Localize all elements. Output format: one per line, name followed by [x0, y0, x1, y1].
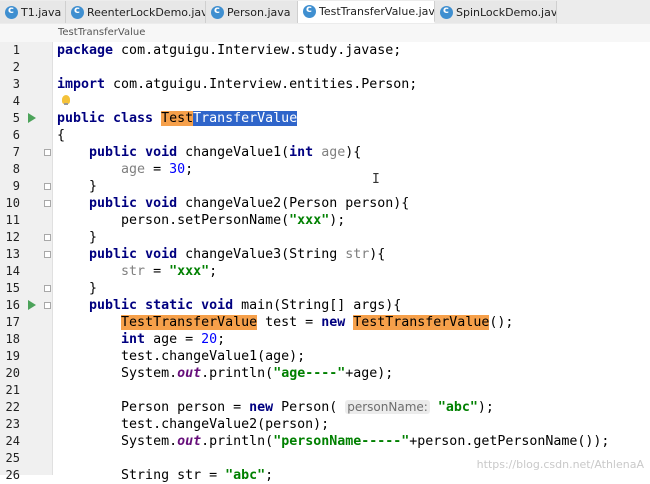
tab-person[interactable]: Person.java ×	[206, 1, 298, 23]
class-icon	[211, 5, 224, 19]
code-text: TestTransferValue test = new TestTransfe…	[121, 315, 514, 330]
class-icon	[71, 5, 84, 19]
line-number: 23	[5, 417, 20, 431]
code-text: System.out.println("age----"+age);	[57, 366, 394, 381]
line-number: 16	[5, 298, 20, 312]
line-number: 22	[5, 400, 20, 414]
fold-icon[interactable]	[44, 234, 51, 241]
code-text: {	[57, 128, 66, 143]
line-number: 19	[5, 349, 20, 363]
code-text: person.setPersonName("xxx");	[57, 213, 346, 228]
line-number: 21	[5, 383, 20, 397]
line-number: 15	[5, 281, 20, 295]
line-number: 14	[5, 264, 20, 278]
lightbulb-icon[interactable]	[62, 95, 70, 105]
code-text: public void changeValue3(String str){	[89, 247, 386, 262]
tab-t1[interactable]: T1.java ×	[0, 1, 66, 23]
code-text: str = "xxx";	[121, 264, 218, 279]
line-number: 7	[12, 145, 20, 159]
code-text: package com.atguigu.Interview.study.java…	[57, 43, 402, 58]
line-number: 25	[5, 451, 20, 465]
line-number: 3	[12, 77, 20, 91]
line-number: 10	[5, 196, 20, 210]
line-number: 24	[5, 434, 20, 448]
class-icon	[303, 4, 316, 18]
fold-icon[interactable]	[44, 183, 51, 190]
line-number: 18	[5, 332, 20, 346]
tab-label: ReenterLockDemo.java	[87, 5, 206, 19]
line-number: 5	[12, 111, 20, 125]
line-number: 9	[12, 179, 20, 193]
line-number: 2	[12, 60, 20, 74]
code-text: public void changeValue2(Person person){	[89, 196, 410, 211]
fold-icon[interactable]	[44, 251, 51, 258]
code-text: public void changeValue1(int age){	[89, 145, 362, 160]
class-icon	[5, 5, 18, 19]
line-number: 20	[5, 366, 20, 380]
line-number: 1	[12, 43, 20, 57]
tab-label: Person.java	[227, 5, 291, 19]
fold-icon[interactable]	[44, 200, 51, 207]
tab-label: SpinLockDemo.java	[456, 5, 557, 19]
line-number: 6	[12, 128, 20, 142]
class-icon	[440, 5, 453, 19]
code-text: }	[57, 179, 98, 194]
code-text: String str = "abc";	[57, 468, 274, 483]
code-text: public static void main(String[] args){	[89, 298, 402, 313]
line-number: 17	[5, 315, 20, 329]
line-number: 13	[5, 247, 20, 261]
fold-icon[interactable]	[44, 149, 51, 156]
watermark: https://blog.csdn.net/AthlenaA	[476, 458, 644, 471]
code-text: }	[57, 230, 98, 245]
tab-testtransfervalue[interactable]: TestTransferValue.java ×	[298, 1, 435, 23]
tab-reenterlockdemo[interactable]: ReenterLockDemo.java ×	[66, 1, 206, 23]
line-number: 26	[5, 468, 20, 482]
line-number: 4	[12, 94, 20, 108]
tab-label: TestTransferValue.java	[319, 4, 435, 18]
code-text: test.changeValue2(person);	[57, 417, 330, 432]
code-text: Person person = new Person( personName: …	[57, 400, 494, 415]
fold-icon[interactable]	[44, 285, 51, 292]
fold-icon[interactable]	[44, 302, 51, 309]
code-text: test.changeValue1(age);	[57, 349, 306, 364]
code-text: public class TestTransferValue	[57, 111, 298, 126]
code-text: age = 30;	[121, 162, 194, 177]
run-icon[interactable]	[28, 113, 36, 123]
code-text: System.out.println("personName-----"+per…	[57, 434, 610, 449]
text-cursor-icon: I	[372, 172, 380, 187]
tab-spinlockdemo[interactable]: SpinLockDemo.java ×	[435, 1, 557, 23]
breadcrumb-item[interactable]: TestTransferValue	[58, 27, 145, 38]
parameter-hint: personName:	[345, 400, 430, 414]
code-text: }	[57, 281, 98, 296]
code-text: import com.atguigu.Interview.entities.Pe…	[57, 77, 418, 92]
run-icon[interactable]	[28, 300, 36, 310]
breadcrumb: TestTransferValue	[0, 24, 650, 43]
line-number: 12	[5, 230, 20, 244]
line-number: 11	[5, 213, 20, 227]
tab-label: T1.java	[21, 5, 62, 19]
code-text: int age = 20;	[121, 332, 226, 347]
line-number: 8	[12, 162, 20, 176]
editor-tab-bar: T1.java × ReenterLockDemo.java × Person.…	[0, 0, 650, 25]
